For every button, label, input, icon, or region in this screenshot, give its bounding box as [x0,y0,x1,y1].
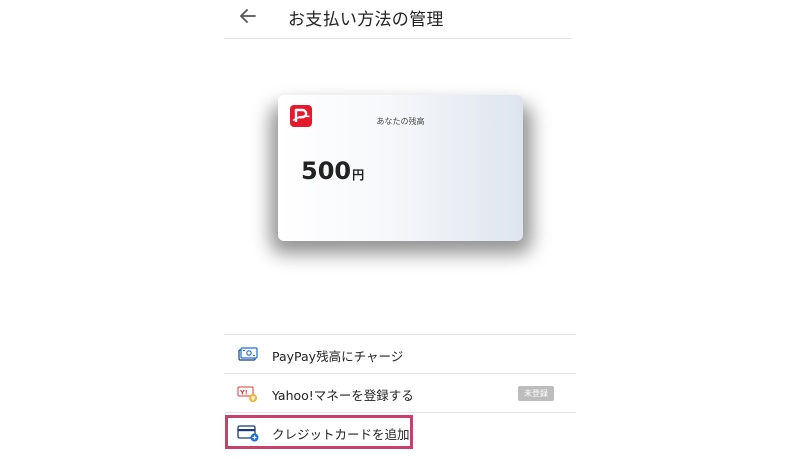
back-button[interactable] [236,6,260,30]
arrow-left-icon [239,7,257,29]
payment-menu: PayPay残高にチャージ Y! ¥ Yahoo!マネーを登録する 未登録 クレ… [224,334,576,451]
balance-amount: 500 [301,157,352,185]
header-bar: お支払い方法の管理 [224,0,571,39]
menu-item-yahoo-money[interactable]: Y! ¥ Yahoo!マネーを登録する 未登録 [224,373,576,412]
svg-text:Y!: Y! [239,389,248,397]
charge-money-icon [237,346,259,362]
balance-card[interactable]: あなたの残高 500 円 [278,95,523,241]
menu-item-label: Yahoo!マネーを登録する [272,388,414,403]
menu-item-charge[interactable]: PayPay残高にチャージ [224,334,576,373]
menu-item-label: クレジットカードを追加 [272,427,410,442]
add-credit-card-icon [237,424,259,442]
balance-label: あなたの残高 [376,117,425,126]
menu-item-add-credit-card[interactable]: クレジットカードを追加 [224,412,576,451]
balance-unit: 円 [352,168,365,182]
menu-item-label: PayPay残高にチャージ [272,349,404,364]
yahoo-money-icon: Y! ¥ [237,385,259,403]
balance-display: 500 円 [301,157,364,185]
status-badge: 未登録 [518,386,554,401]
page-title: お支払い方法の管理 [288,10,444,30]
